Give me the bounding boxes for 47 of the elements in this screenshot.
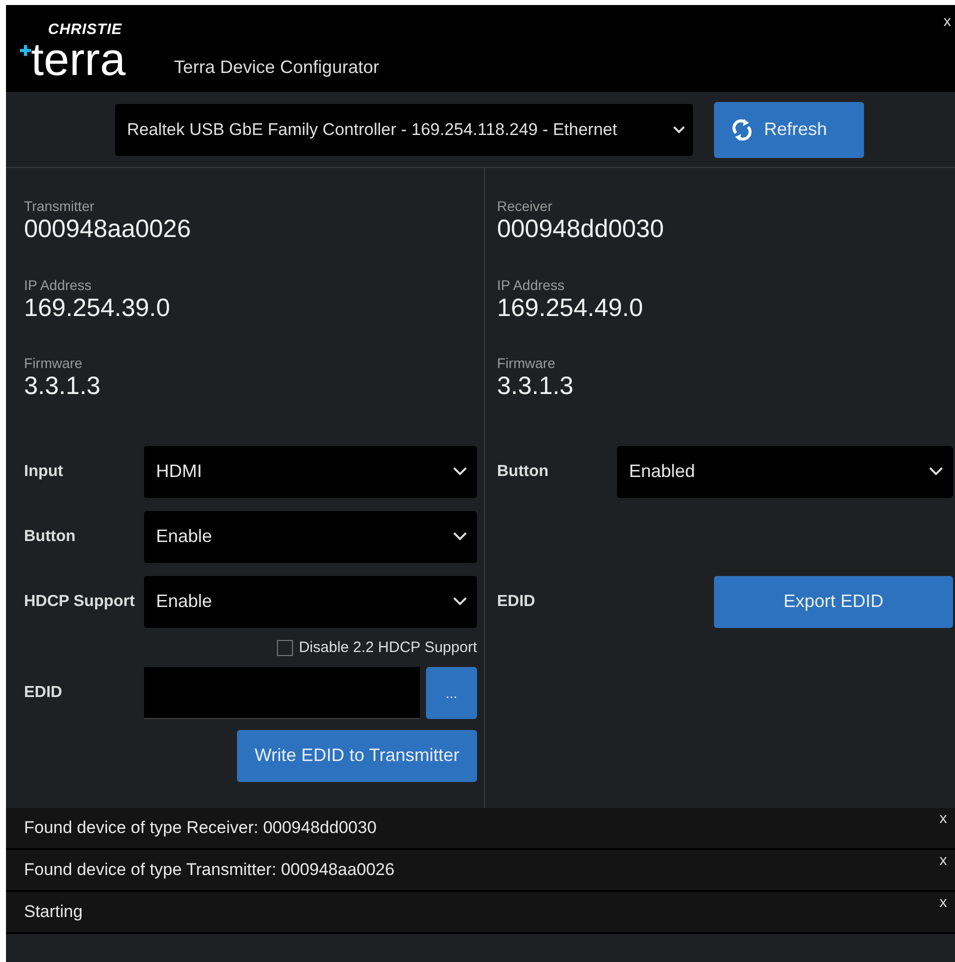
setting-label: Button	[24, 528, 77, 546]
write-edid-button[interactable]: Write EDID to Transmitter	[237, 730, 477, 782]
refresh-icon	[732, 118, 752, 140]
refresh-button[interactable]: Refresh	[714, 102, 864, 158]
field-label: Firmware	[24, 355, 84, 371]
setting-label: HDCP Support	[24, 592, 136, 610]
field-label: IP Address	[24, 276, 92, 292]
select-field[interactable]: Enable	[144, 510, 477, 562]
log-message: Found device of type Transmitter: 000948aa0026	[24, 860, 394, 880]
close-button[interactable]: x	[940, 852, 947, 869]
setting-label: EDID	[497, 592, 536, 610]
export-edid-button[interactable]: Export EDID	[714, 576, 953, 628]
chevron-icon	[673, 126, 685, 134]
field-value: 169.254.39.0	[24, 294, 171, 322]
plus-icon	[20, 45, 31, 56]
setting-label: Input	[24, 462, 64, 480]
field-value: 000948dd0030	[497, 215, 665, 244]
field-label: Firmware	[497, 355, 556, 371]
adapter-dropdown[interactable]: Realtek USB GbE Family Controller - 169.254.118.249 - Ethernet	[115, 104, 693, 156]
chevron-icon	[453, 532, 467, 541]
log-message: Starting	[24, 902, 83, 922]
field-value: 3.3.1.3	[24, 372, 102, 401]
window-title: Terra Device Configurator	[174, 57, 380, 78]
setting-label: Button	[497, 462, 550, 480]
log-message: Found device of type Receiver: 000948dd0030	[24, 818, 377, 838]
field-label: Receiver	[497, 198, 554, 214]
product-logo: terra	[31, 38, 126, 80]
field-value: 000948aa0026	[24, 215, 192, 244]
field-value: 3.3.1.3	[497, 372, 574, 401]
field-label: Transmitter	[24, 198, 96, 214]
field-value: 169.254.49.0	[497, 294, 644, 322]
brand-logo: CHRISTIE	[48, 21, 124, 38]
select-field[interactable]: HDMI	[144, 446, 477, 498]
checkbox[interactable]	[276, 640, 293, 656]
input-field[interactable]	[144, 666, 420, 718]
chevron-icon	[929, 467, 943, 476]
field-label: IP Address	[497, 276, 566, 292]
close-button[interactable]: x	[940, 810, 947, 827]
checkbox-label: Disable 2.2 HDCP Support	[298, 639, 477, 656]
select-field[interactable]: Enable	[144, 576, 477, 628]
close-button[interactable]: x	[944, 13, 951, 30]
setting-label: EDID	[24, 684, 64, 702]
chevron-icon	[453, 597, 467, 606]
close-button[interactable]: x	[940, 894, 947, 911]
chevron-icon	[453, 467, 467, 476]
select-field[interactable]: Enabled	[617, 446, 953, 498]
browse-button[interactable]: ...	[426, 666, 477, 718]
